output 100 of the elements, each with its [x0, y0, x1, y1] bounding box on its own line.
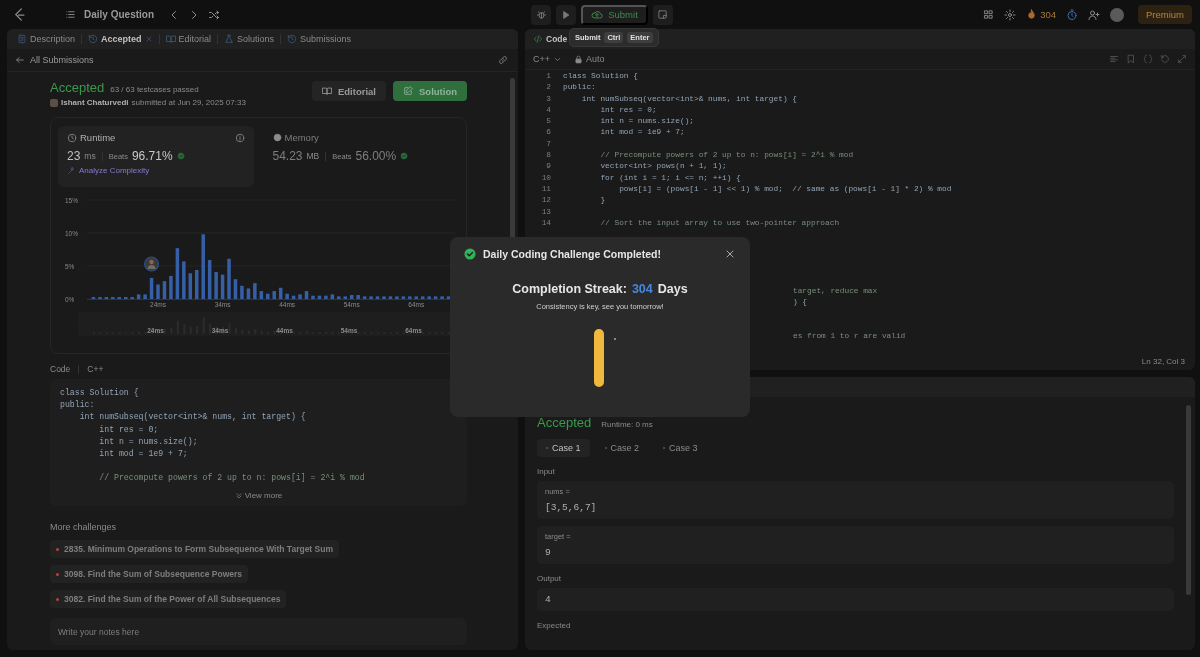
histogram-bar [375, 296, 380, 299]
histogram-bar [369, 296, 373, 299]
grid-icon[interactable] [983, 9, 995, 20]
histogram-bar [175, 248, 180, 299]
check-circle-icon [464, 248, 476, 260]
tab-icon [224, 34, 235, 44]
undo-icon[interactable] [1160, 54, 1170, 64]
code-tab[interactable]: Code [533, 34, 568, 44]
tab-icon [287, 34, 298, 44]
histogram-bar [343, 296, 347, 299]
histogram-bar [259, 291, 264, 299]
logo-icon[interactable] [12, 7, 27, 22]
solution-button[interactable]: Solution [393, 81, 467, 101]
problem-list-title[interactable]: Daily Question [84, 9, 154, 20]
notes-field[interactable]: Write your notes here [50, 618, 467, 645]
analyze-link[interactable]: Analyze Complexity [79, 166, 150, 175]
beats-value: 96.71% [131, 149, 173, 163]
histogram-bar [240, 285, 244, 299]
list-icon[interactable] [65, 9, 76, 20]
histogram-bar [272, 291, 276, 299]
bug-icon [535, 9, 547, 20]
settings-icon[interactable] [1004, 8, 1017, 21]
panel-tab[interactable]: Description [13, 29, 80, 49]
case-tab[interactable]: Case 3 [654, 439, 707, 457]
histogram-bar [356, 295, 360, 299]
streak-unit: Days [657, 282, 688, 296]
braces-icon[interactable] [1143, 54, 1153, 64]
add-user-icon[interactable] [1088, 8, 1100, 21]
histogram-bar [246, 288, 251, 299]
histogram-bar [395, 296, 399, 299]
histogram-bar [440, 296, 444, 299]
close-icon[interactable] [144, 35, 153, 43]
submit-button[interactable]: Submit [581, 4, 648, 25]
lock-icon [574, 54, 583, 64]
editorial-button[interactable]: Editorial [312, 81, 386, 101]
histogram-bar [143, 294, 147, 299]
tab-icon [165, 34, 176, 44]
info-icon[interactable] [234, 132, 245, 143]
histogram-bar [278, 287, 283, 299]
panel-tab[interactable]: Submissions [283, 29, 356, 49]
mode-label[interactable]: Auto [574, 54, 605, 64]
streak-label: Completion Streak: [512, 282, 627, 296]
arrow-left-icon[interactable] [15, 55, 25, 65]
chevrons-down-icon [234, 491, 243, 500]
note-button[interactable] [652, 4, 673, 25]
histogram-bar [266, 293, 270, 299]
histogram-bar [201, 234, 205, 299]
histogram-bar [362, 296, 367, 299]
panel-tab[interactable]: Solutions [220, 29, 279, 49]
submitted-time: submitted at Jun 29, 2025 07:33 [131, 98, 246, 107]
section-title: More challenges [50, 522, 118, 532]
challenge-link[interactable]: 2835. Minimum Operations to Form Subsequence With Target Sum [50, 540, 339, 558]
view-more-button[interactable]: View more [234, 491, 283, 500]
case-tab[interactable]: Case 2 [595, 439, 649, 457]
back-link[interactable]: All Submissions [30, 55, 94, 65]
histogram-bar [446, 296, 451, 299]
avatar[interactable] [1110, 7, 1124, 22]
case-tab[interactable]: Case 1 [537, 439, 590, 457]
bookmark-icon[interactable] [1126, 54, 1136, 64]
book-icon [322, 86, 332, 96]
author-name[interactable]: Ishant Chaturvedi [61, 98, 129, 107]
language-label: C++ [87, 364, 104, 374]
cloud-upload-icon [591, 8, 604, 21]
expand-icon[interactable] [1177, 54, 1187, 64]
status-text: Accepted [50, 80, 105, 95]
link-icon[interactable] [498, 55, 508, 65]
histogram-bar [337, 296, 341, 299]
play-icon [561, 9, 572, 20]
close-button[interactable] [724, 248, 736, 260]
premium-button[interactable]: Premium [1138, 5, 1192, 24]
debug-button[interactable] [531, 4, 552, 25]
close-icon [724, 248, 736, 260]
clock-icon [67, 132, 77, 143]
shuffle-icon[interactable] [208, 8, 220, 21]
histogram-bar [414, 296, 418, 299]
dialog-title: Daily Coding Challenge Completed! [483, 248, 661, 260]
sparkle-icon [67, 166, 76, 175]
panel-tab[interactable]: Accepted [84, 29, 157, 49]
runtime-text: Runtime: 0 ms [601, 420, 653, 429]
stat-unit: MB [306, 151, 320, 161]
tab-icon [17, 34, 27, 44]
testcases-text: 63 / 63 testcases passed [110, 85, 199, 94]
histogram-bar [195, 269, 199, 299]
streak-counter[interactable]: 304 [1026, 9, 1056, 20]
input-label: Input [537, 467, 556, 476]
stat-value: 54.23 [272, 149, 303, 163]
align-icon[interactable] [1109, 54, 1119, 64]
histogram-bar [136, 294, 141, 299]
challenge-link[interactable]: 3098. Find the Sum of Subsequence Powers [50, 565, 249, 583]
challenge-link[interactable]: 3082. Find the Sum of the Power of All Subsequences [50, 590, 287, 608]
stat-value: 23 [67, 149, 81, 163]
language-select[interactable]: C++ [533, 54, 562, 64]
histogram-bar [408, 296, 412, 299]
panel-tab[interactable]: Editorial [161, 29, 216, 49]
histogram-bar [227, 258, 231, 299]
timer-icon[interactable] [1066, 8, 1078, 21]
histogram-bar [304, 291, 309, 299]
code-line: public: [60, 399, 96, 412]
histogram-bar [349, 295, 354, 299]
run-button[interactable] [556, 4, 577, 25]
